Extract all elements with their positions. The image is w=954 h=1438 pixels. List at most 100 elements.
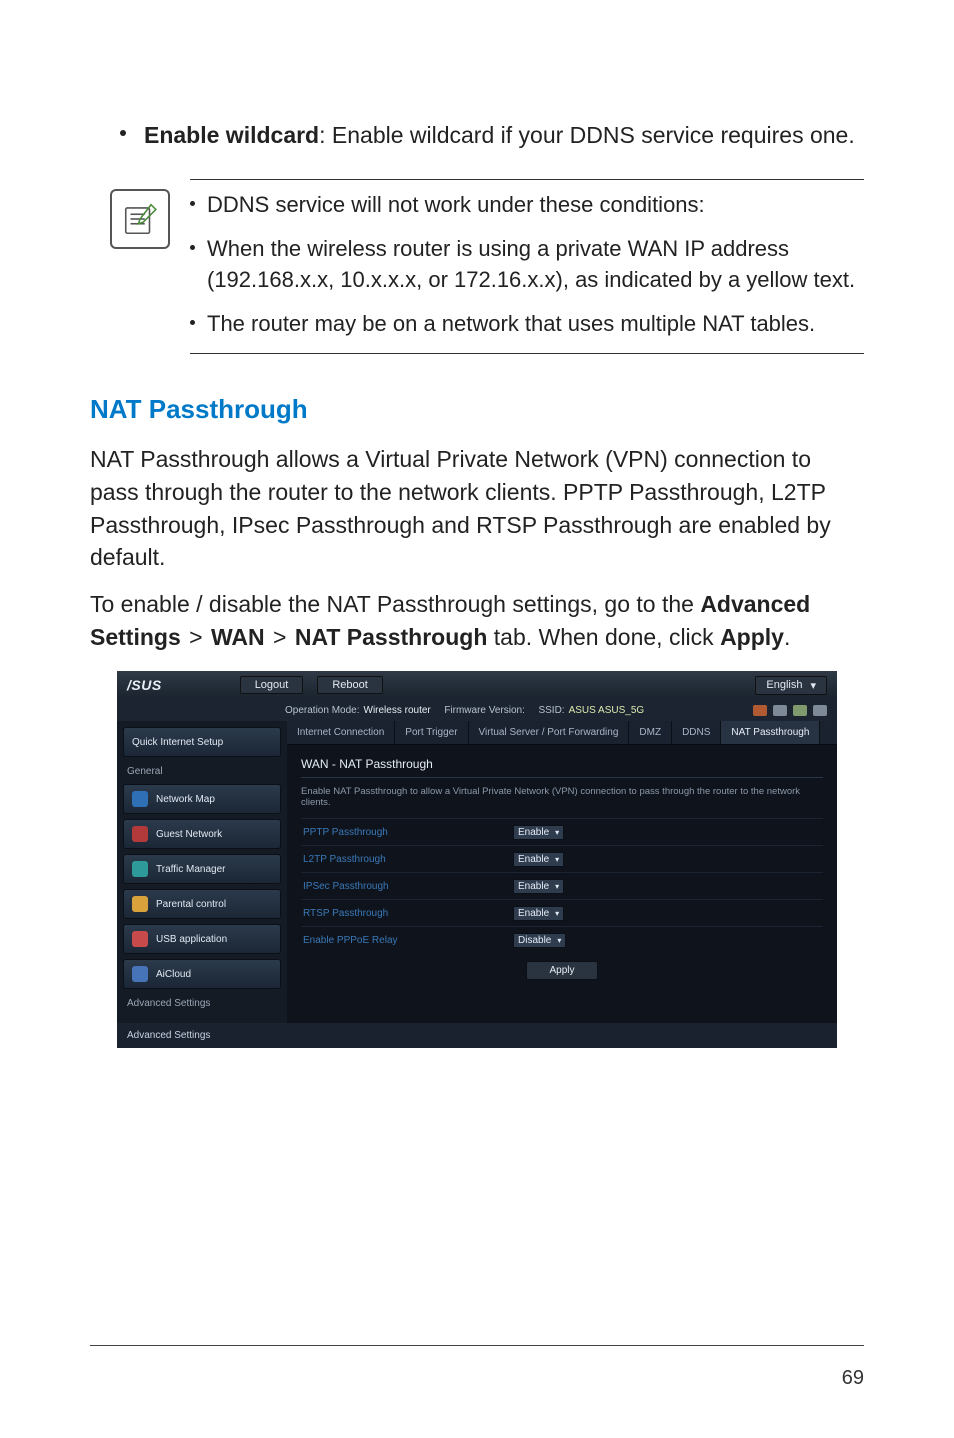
chevron-down-icon: ▾ [555,882,559,891]
para-2: To enable / disable the NAT Passthrough … [90,588,864,653]
notes-line-1-text: DDNS service will not work under these c… [207,190,705,220]
note-icon [110,189,170,249]
pptp-select[interactable]: Enable ▾ [513,825,564,840]
select-value: Enable [518,854,549,865]
panel-desc: Enable NAT Passthrough to allow a Virtua… [301,786,823,808]
enable-wildcard-rest: : Enable wildcard if your DDNS service r… [319,122,855,148]
row-l2tp: L2TP Passthrough Enable ▾ [301,845,823,872]
bullet-dot [120,130,126,136]
chevron-down-icon: ▾ [555,855,559,864]
tab-internet-connection[interactable]: Internet Connection [287,721,395,744]
mode-value: Wireless router [364,705,431,716]
select-value: Enable [518,827,549,838]
row-label: PPTP Passthrough [301,827,513,838]
panel: WAN - NAT Passthrough Enable NAT Passthr… [287,745,837,996]
bullet-dot [190,320,195,325]
row-ipsec: IPSec Passthrough Enable ▾ [301,872,823,899]
select-value: Enable [518,908,549,919]
wan-tabs: Internet Connection Port Trigger Virtual… [287,721,837,745]
para-2-end: . [784,624,790,650]
tab-nat-passthrough[interactable]: NAT Passthrough [721,721,820,744]
sidebar-item-label: Network Map [156,794,215,805]
section-heading: NAT Passthrough [90,394,864,425]
row-label: Enable PPPoE Relay [301,935,513,946]
ipsec-select[interactable]: Enable ▾ [513,879,564,894]
gt2: > [271,624,288,650]
para-2-b3: NAT Passthrough [295,624,488,650]
para-2-b2: WAN [211,624,265,650]
bullet-dot [190,245,195,250]
page-number: 69 [842,1367,864,1390]
shot-body: Quick Internet Setup General Network Map… [117,721,837,1023]
sidebar-item-label: USB application [156,934,227,945]
bullet-dot [190,201,195,206]
mode-row: Operation Mode: Wireless router Firmware… [117,699,837,721]
sidebar-item-guest-network[interactable]: Guest Network [123,819,281,849]
select-value: Enable [518,881,549,892]
advanced-settings-bar[interactable]: Advanced Settings [117,1023,837,1048]
mode-label: Operation Mode: [285,705,360,716]
sidebar-heading-advanced: Advanced Settings [123,994,281,1011]
notes-line-3: The router may be on a network that uses… [190,309,864,339]
sidebar-item-usb-application[interactable]: USB application [123,924,281,954]
panel-title: WAN - NAT Passthrough [301,757,823,771]
usb-icon [132,931,148,947]
enable-wildcard-item: Enable wildcard: Enable wildcard if your… [90,120,864,151]
language-select[interactable]: English ▾ [755,676,827,695]
gt1: > [187,624,204,650]
cloud-icon [132,966,148,982]
main-panel: Internet Connection Port Trigger Virtual… [287,721,837,1023]
tab-dmz[interactable]: DMZ [629,721,672,744]
pppoe-relay-select[interactable]: Disable ▾ [513,933,566,948]
chevron-down-icon: ▾ [555,909,559,918]
apply-button[interactable]: Apply [526,961,597,980]
router-ui: /SUS Logout Reboot English ▾ Operation M… [117,671,837,1048]
row-label: IPSec Passthrough [301,881,513,892]
sidebar-item-network-map[interactable]: Network Map [123,784,281,814]
row-pppoe-relay: Enable PPPoE Relay Disable ▾ [301,926,823,953]
enable-wildcard-text: Enable wildcard: Enable wildcard if your… [144,120,855,151]
notes-line-2-text: When the wireless router is using a priv… [207,234,864,295]
rtsp-select[interactable]: Enable ▾ [513,906,564,921]
tab-ddns[interactable]: DDNS [672,721,721,744]
footer-rule [90,1345,864,1346]
para-2-b4: Apply [720,624,784,650]
notepad-icon [121,200,159,238]
sidebar-item-label: Traffic Manager [156,864,225,875]
sidebar-item-aicloud[interactable]: AiCloud [123,959,281,989]
language-label: English [766,679,802,691]
select-value: Disable [518,935,551,946]
sidebar-item-traffic-manager[interactable]: Traffic Manager [123,854,281,884]
sidebar-item-quick-setup[interactable]: Quick Internet Setup [123,727,281,757]
reboot-button[interactable]: Reboot [317,676,382,694]
chevron-down-icon: ▾ [810,679,816,692]
ssid-label: SSID: [538,705,564,716]
notes-block: DDNS service will not work under these c… [110,179,864,354]
sidebar-item-label: Guest Network [156,829,222,840]
notes-line-1: DDNS service will not work under these c… [190,190,864,220]
l2tp-select[interactable]: Enable ▾ [513,852,564,867]
sidebar: Quick Internet Setup General Network Map… [117,721,287,1023]
page: Enable wildcard: Enable wildcard if your… [0,0,954,1438]
notes-line-2: When the wireless router is using a priv… [190,234,864,295]
notes-body: DDNS service will not work under these c… [190,179,864,354]
para-1: NAT Passthrough allows a Virtual Private… [90,443,864,574]
tab-virtual-server[interactable]: Virtual Server / Port Forwarding [469,721,630,744]
ssid-value: ASUS ASUS_5G [569,705,645,716]
sidebar-item-parental-control[interactable]: Parental control [123,889,281,919]
network-map-icon [132,791,148,807]
sidebar-item-label: Parental control [156,899,226,910]
sidebar-heading-general: General [123,762,281,779]
logout-button[interactable]: Logout [240,676,304,694]
row-pptp: PPTP Passthrough Enable ▾ [301,818,823,845]
top-bar: /SUS Logout Reboot English ▾ [117,671,837,699]
lock-icon [132,896,148,912]
sidebar-item-label: Quick Internet Setup [132,737,223,748]
status-icon [813,705,827,716]
guest-network-icon [132,826,148,842]
enable-wildcard-label: Enable wildcard [144,122,319,148]
status-icon [773,705,787,716]
notes-line-3-text: The router may be on a network that uses… [207,309,815,339]
tab-port-trigger[interactable]: Port Trigger [395,721,468,744]
chevron-down-icon: ▾ [555,828,559,837]
